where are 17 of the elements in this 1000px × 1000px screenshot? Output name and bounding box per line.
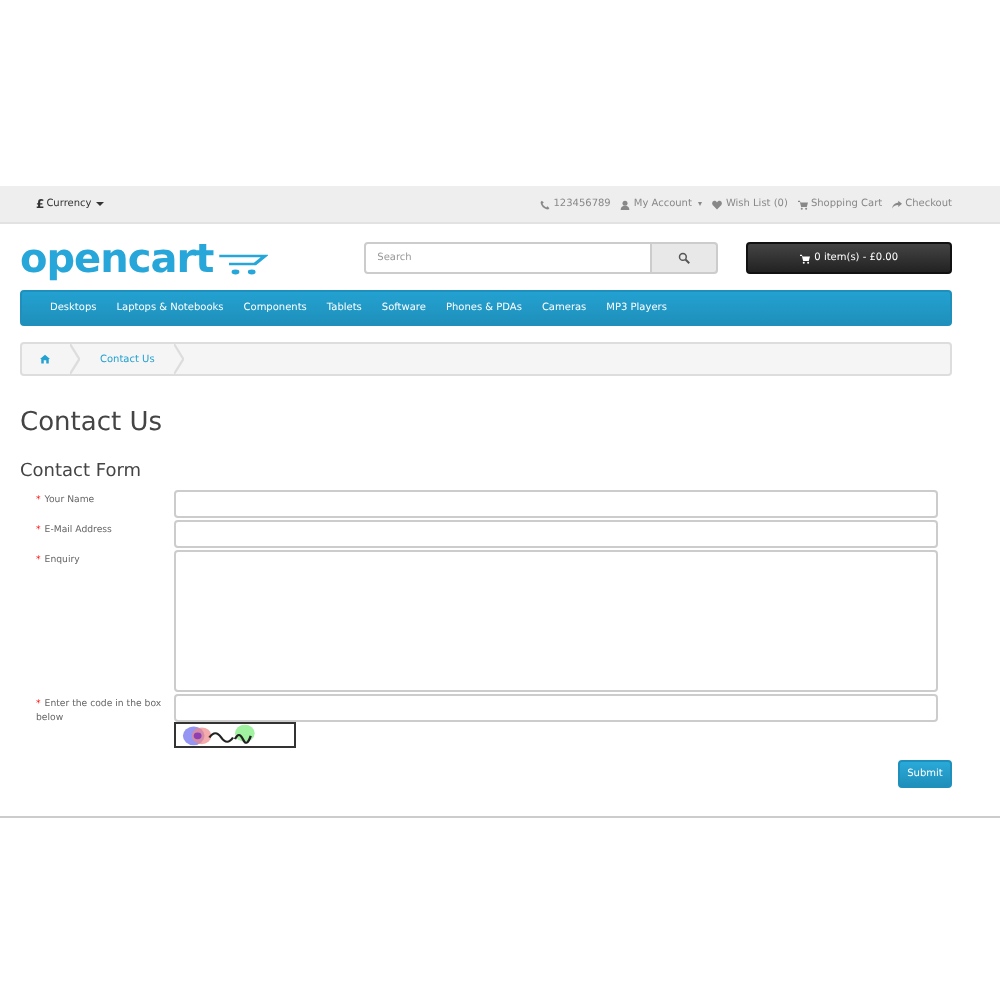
cart-icon xyxy=(800,253,811,263)
enquiry-field[interactable] xyxy=(174,550,938,692)
input-field[interactable] xyxy=(174,520,938,548)
phone-icon xyxy=(540,199,551,209)
logo[interactable]: opencart xyxy=(20,238,214,278)
share-arrow-icon xyxy=(892,199,903,209)
search-button[interactable] xyxy=(652,242,719,274)
heart-icon xyxy=(712,199,723,209)
search-icon xyxy=(678,252,691,264)
captcha-field[interactable] xyxy=(174,694,938,722)
cart-icon xyxy=(797,199,808,209)
page-title: Contact Us xyxy=(20,408,164,440)
user-icon xyxy=(620,199,631,209)
home-link[interactable] xyxy=(40,354,50,364)
form-heading: Contact Form xyxy=(20,462,144,484)
input-field[interactable] xyxy=(174,490,938,518)
home-icon xyxy=(40,354,50,364)
